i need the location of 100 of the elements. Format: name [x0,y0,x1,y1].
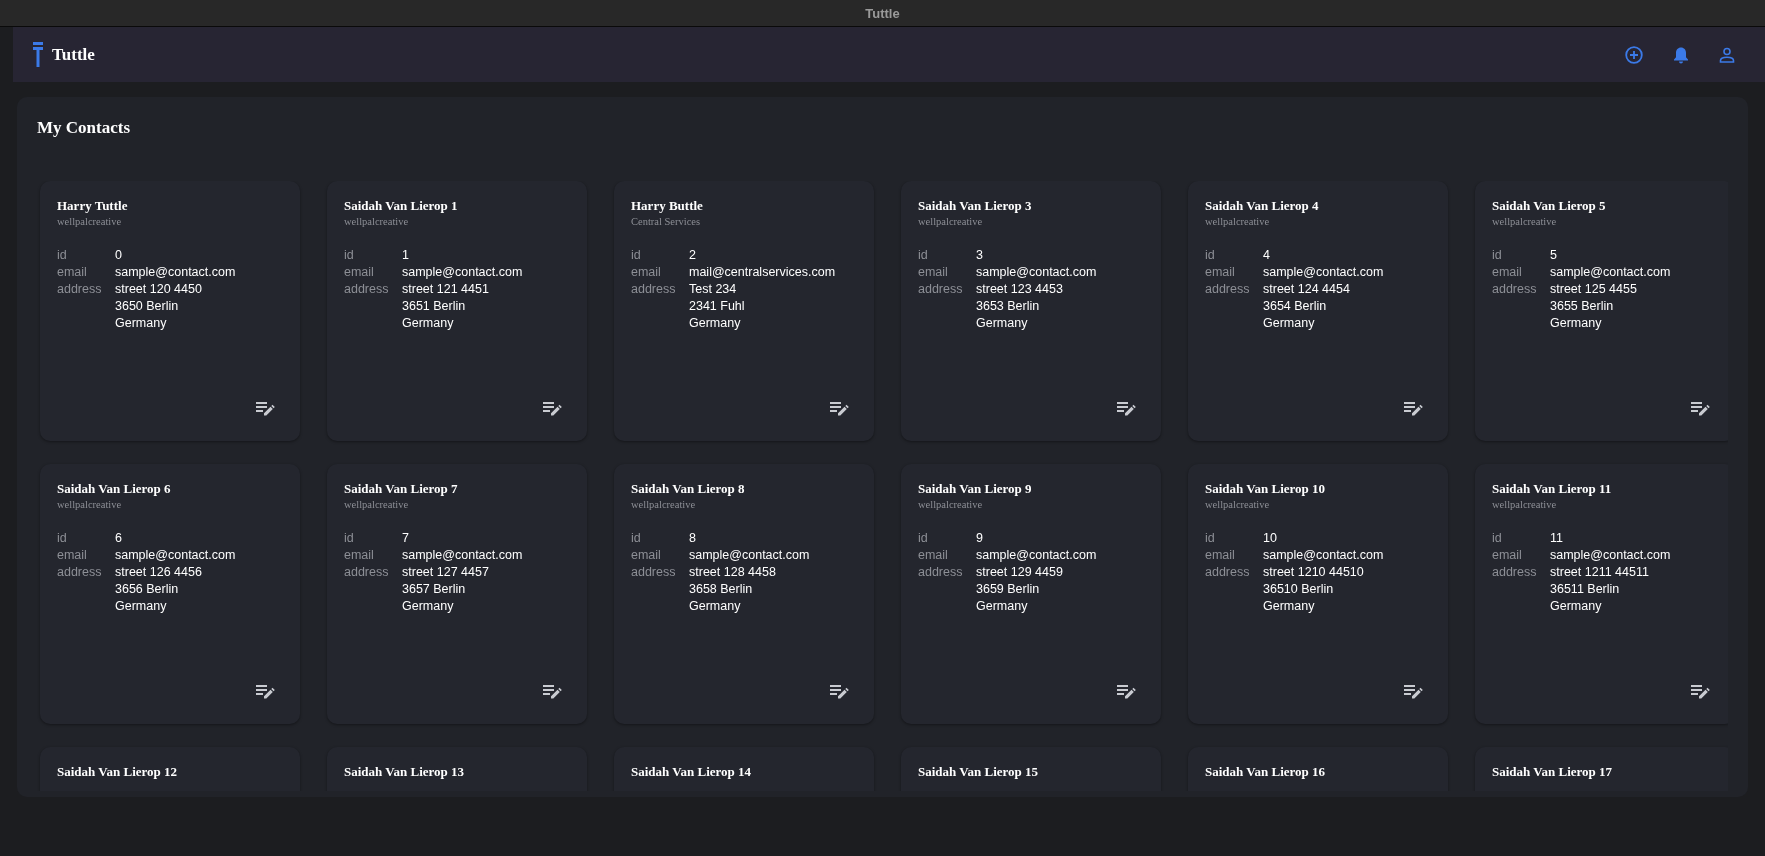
edit-button[interactable] [1404,684,1424,700]
field-value: sample@contact.com [1263,264,1385,281]
field-label: id [344,530,355,547]
field-value: street 125 4455 [1550,281,1638,298]
field-label: address [57,281,103,298]
edit-button[interactable] [543,401,563,417]
field-value: Germany [689,315,742,332]
edit-button[interactable] [1117,401,1137,417]
field-value: sample@contact.com [402,547,524,564]
contact-name: Saidah Van Lierop 14 [631,763,753,781]
contact-company: wellpalcreative [57,215,123,228]
contact-company: wellpalcreative [918,215,984,228]
field-label: address [918,564,964,581]
field-label: email [1205,547,1236,564]
app-name: Tuttle [52,44,95,65]
contact-name: Saidah Van Lierop 12 [57,763,179,781]
edit-button[interactable] [1691,401,1711,417]
field-label: email [1492,264,1523,281]
contact-company: wellpalcreative [1205,215,1271,228]
add-button[interactable] [1623,43,1645,66]
field-value: Germany [402,598,455,615]
contact-name: Saidah Van Lierop 7 [344,480,459,498]
field-value: street 1211 44511 [1550,564,1650,581]
field-value: Germany [115,598,168,615]
field-label: id [344,247,355,264]
field-label: address [631,281,677,298]
field-value: sample@contact.com [689,547,811,564]
field-value: Germany [1263,315,1316,332]
contact-name: Saidah Van Lierop 9 [918,480,1033,498]
field-label: address [631,564,677,581]
field-value: 0 [115,247,123,264]
field-value: 8 [689,530,697,547]
field-label: email [344,264,375,281]
field-value: Germany [1263,598,1316,615]
field-value: street 127 4457 [402,564,490,581]
edit-button[interactable] [256,684,276,700]
contact-company: wellpalcreative [1492,498,1558,511]
field-label: address [918,281,964,298]
field-label: id [631,247,642,264]
field-value: Germany [976,598,1029,615]
window-title: Tuttle [865,5,900,21]
field-value: street 1210 44510 [1263,564,1365,581]
field-value: street 129 4459 [976,564,1064,581]
field-label: id [918,530,929,547]
contact-company: wellpalcreative [344,215,410,228]
edit-button[interactable] [256,401,276,417]
field-value: Germany [402,315,455,332]
edit-button[interactable] [1117,684,1137,700]
field-label: email [918,547,949,564]
contact-name: Saidah Van Lierop 16 [1205,763,1327,781]
field-value: Germany [689,598,742,615]
field-value: sample@contact.com [976,264,1098,281]
field-value: Test 234 [689,281,738,298]
field-value: street 124 4454 [1263,281,1351,298]
contact-name: Saidah Van Lierop 15 [918,763,1040,781]
field-value: 3653 Berlin [976,298,1041,315]
field-value: Germany [1550,315,1603,332]
field-label: id [57,247,68,264]
field-label: id [1492,530,1503,547]
contact-name: Saidah Van Lierop 4 [1205,197,1320,215]
field-value: 3657 Berlin [402,581,467,598]
field-value: 9 [976,530,984,547]
field-label: email [1492,547,1523,564]
field-value: sample@contact.com [976,547,1098,564]
field-value: sample@contact.com [115,264,237,281]
field-value: 10 [1263,530,1278,547]
field-value: 2 [689,247,697,264]
field-label: address [1492,281,1538,298]
field-label: address [57,564,103,581]
field-value: sample@contact.com [1550,264,1672,281]
edit-button[interactable] [543,684,563,700]
field-value: 3659 Berlin [976,581,1041,598]
field-value: 2341 Fuhl [689,298,746,315]
field-label: email [57,264,88,281]
field-label: address [344,564,390,581]
field-value: 6 [115,530,123,547]
edit-button[interactable] [830,401,850,417]
field-value: 3655 Berlin [1550,298,1615,315]
field-label: id [57,530,68,547]
field-value: street 120 4450 [115,281,203,298]
edit-button[interactable] [1404,401,1424,417]
field-label: id [918,247,929,264]
contact-company: wellpalcreative [918,498,984,511]
contact-name: Saidah Van Lierop 8 [631,480,746,498]
contact-name: Saidah Van Lierop 13 [344,763,466,781]
field-label: email [57,547,88,564]
field-label: address [1492,564,1538,581]
field-value: Germany [115,315,168,332]
field-value: 36510 Berlin [1263,581,1335,598]
contact-company: wellpalcreative [57,498,123,511]
field-value: street 121 4451 [402,281,490,298]
edit-button[interactable] [830,684,850,700]
field-label: id [1492,247,1503,264]
edit-button[interactable] [1691,684,1711,700]
field-value: 7 [402,530,410,547]
contact-name: Harry Tuttle [57,197,129,215]
field-label: email [918,264,949,281]
contact-name: Harry Buttle [631,197,704,215]
field-value: sample@contact.com [115,547,237,564]
contact-name: Saidah Van Lierop 3 [918,197,1033,215]
